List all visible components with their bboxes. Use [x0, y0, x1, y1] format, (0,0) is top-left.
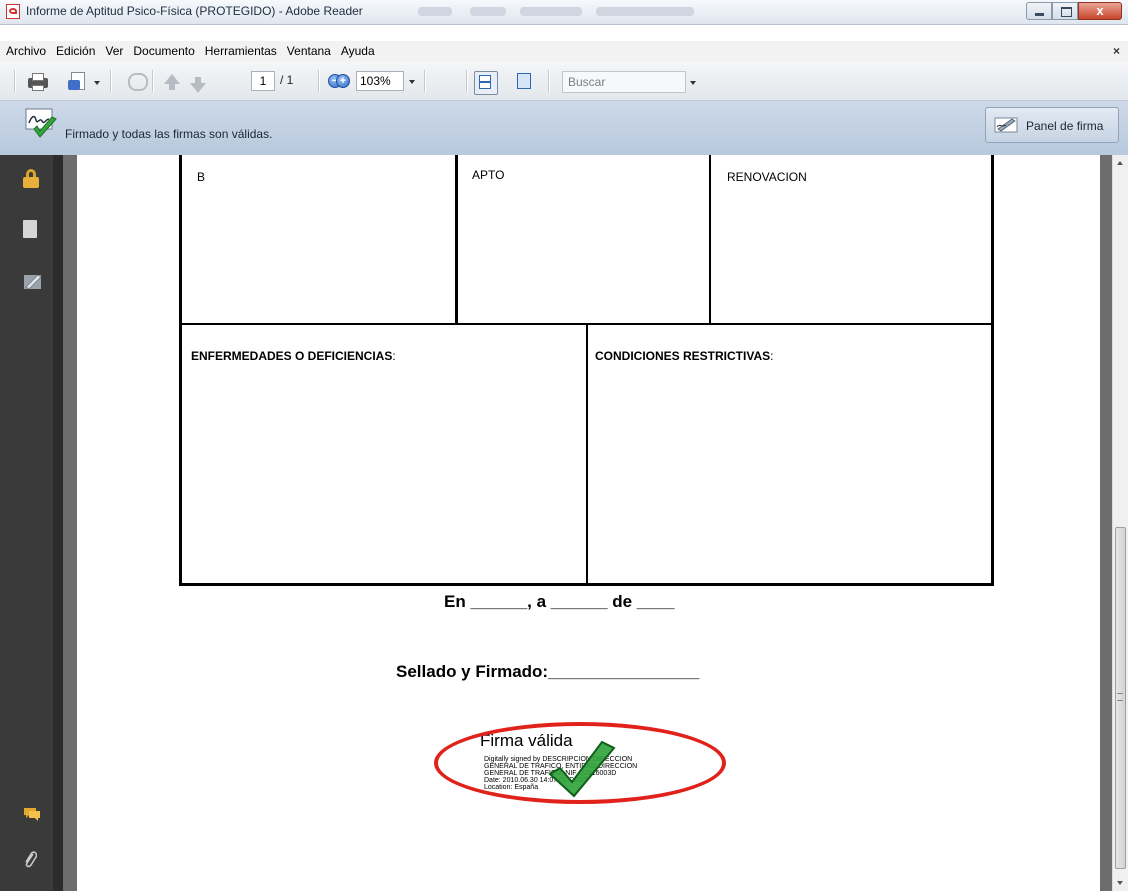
zoom-in-icon[interactable]: + [336, 74, 350, 88]
menu-bar: Archivo Edición Ver Documento Herramient… [0, 41, 1128, 63]
toolbar-separator [110, 70, 112, 92]
enfermedades-label: ENFERMEDADES O DEFICIENCIAS: [191, 349, 396, 363]
page-margin-left [63, 155, 77, 891]
chevron-down-icon[interactable] [690, 81, 696, 85]
table-divider [455, 155, 458, 325]
signatures-icon[interactable] [23, 273, 43, 291]
zoom-level-select[interactable]: 103% [356, 71, 404, 91]
fit-width-icon[interactable] [514, 71, 534, 91]
vertical-scrollbar[interactable] [1112, 155, 1128, 891]
place-date-line: En ______, a ______ de ____ [444, 592, 675, 611]
highlight-ellipse [434, 722, 726, 804]
permit-class-cell: B [197, 170, 206, 184]
close-icon: x [1096, 3, 1104, 18]
scrollbar-grip [1117, 693, 1123, 701]
blurred-title-text [596, 7, 694, 16]
scroll-up-icon[interactable] [1117, 161, 1123, 165]
zoom-in-glyph: + [339, 75, 347, 87]
minimize-button[interactable] [1026, 2, 1052, 20]
window-title: Informe de Aptitud Psico-Física (PROTEGI… [26, 4, 363, 18]
signature-pen-icon [994, 117, 1018, 133]
digital-signature-field[interactable]: Firma válida Digitally signed by DESCRIP… [434, 722, 730, 806]
toolbar-separator [466, 70, 468, 92]
comment-icon[interactable] [23, 806, 41, 822]
collaborate-icon[interactable] [128, 73, 148, 91]
stamp-signature-line: Sellado y Firmado:________________ [396, 662, 700, 681]
window-controls: x [1026, 2, 1122, 20]
signature-status-message: Firmado y todas las firmas son válidas. [65, 127, 273, 141]
fit-page-icon[interactable] [474, 71, 498, 95]
paperclip-icon[interactable] [23, 849, 37, 871]
navigation-pane-divider [53, 155, 63, 891]
chevron-down-icon[interactable] [409, 80, 415, 84]
signature-status-bar: Firmado y todas las firmas son válidas. … [0, 101, 1128, 156]
menu-edicion[interactable]: Edición [51, 41, 100, 62]
navigation-pane [0, 155, 63, 891]
table-divider [709, 155, 711, 325]
menu-documento[interactable]: Documento [128, 41, 199, 62]
window-title-bar[interactable]: Informe de Aptitud Psico-Física (PROTEGI… [0, 0, 1128, 25]
toolbar-separator [152, 70, 154, 92]
blurred-title-text [470, 7, 506, 16]
toolbar-separator [424, 70, 426, 92]
aptitude-result-cell: APTO [472, 168, 505, 182]
procedure-type-cell: RENOVACION [727, 170, 807, 184]
print-icon[interactable] [28, 73, 48, 91]
email-pdf-icon[interactable] [68, 72, 88, 92]
next-page-icon[interactable] [190, 77, 206, 93]
adobe-reader-icon [6, 4, 20, 19]
toolbar-separator [548, 70, 550, 92]
table-divider [586, 325, 588, 583]
toolbar-separator [14, 70, 16, 92]
scroll-down-icon[interactable] [1117, 881, 1123, 885]
chevron-down-icon[interactable] [94, 81, 100, 85]
page-margin-right [1100, 155, 1112, 891]
previous-page-icon[interactable] [164, 74, 180, 90]
signature-valid-icon [25, 108, 57, 138]
menu-archivo[interactable]: Archivo [0, 41, 51, 62]
aptitude-form-table: B APTO RENOVACION ENFERMEDADES O DEFICIE… [179, 155, 994, 586]
toolbar: 1 / 1 − + 103% Buscar [0, 62, 1128, 101]
toolbar-separator [318, 70, 320, 92]
signature-panel-button[interactable]: Panel de firma [985, 107, 1119, 143]
menu-herramientas[interactable]: Herramientas [200, 41, 282, 62]
blurred-title-text [418, 7, 452, 16]
menu-ventana[interactable]: Ventana [282, 41, 336, 62]
menu-ayuda[interactable]: Ayuda [336, 41, 380, 62]
close-window-button[interactable]: x [1078, 2, 1122, 20]
pages-icon[interactable] [20, 220, 37, 241]
search-input[interactable]: Buscar [562, 71, 686, 93]
menu-ver[interactable]: Ver [100, 41, 128, 62]
blurred-title-text [520, 7, 582, 16]
close-document-icon[interactable]: × [1113, 44, 1120, 58]
signature-panel-label: Panel de firma [1026, 119, 1104, 133]
page-total: / 1 [280, 73, 294, 87]
page-number-input[interactable]: 1 [251, 71, 275, 91]
condiciones-label: CONDICIONES RESTRICTIVAS: [595, 349, 774, 363]
maximize-button[interactable] [1052, 2, 1078, 20]
lock-icon[interactable] [23, 169, 39, 188]
